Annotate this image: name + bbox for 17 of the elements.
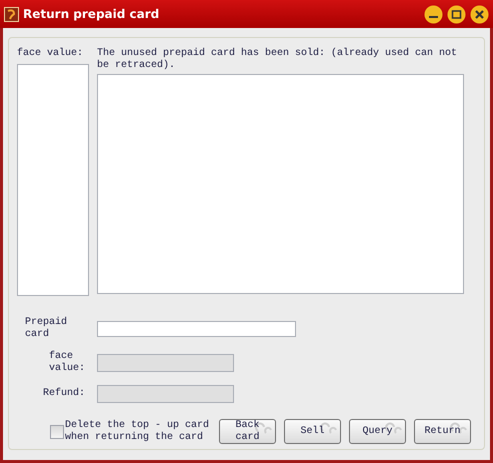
- window-title: Return prepaid card: [23, 7, 160, 21]
- close-icon[interactable]: [470, 4, 489, 24]
- maximize-icon[interactable]: [447, 4, 466, 24]
- field-label: Refund:: [42, 388, 86, 400]
- action-button[interactable]: Back card: [219, 419, 276, 444]
- checkbox[interactable]: [50, 424, 64, 438]
- list-label: face value:: [17, 48, 84, 60]
- action-button[interactable]: Return: [414, 419, 471, 444]
- minimize-icon[interactable]: [424, 4, 443, 24]
- action-button[interactable]: Query: [349, 419, 406, 444]
- list-label: The unused prepaid card has been sold: (already used can not be retraced).: [97, 48, 458, 72]
- app-icon: [4, 6, 19, 22]
- action-button[interactable]: Sell: [284, 419, 341, 444]
- checkbox-label: Delete the top - up card when returning the card: [65, 420, 210, 444]
- input-field[interactable]: [97, 321, 296, 337]
- face-value-list[interactable]: [17, 64, 89, 296]
- field-label: Prepaid card: [24, 317, 68, 341]
